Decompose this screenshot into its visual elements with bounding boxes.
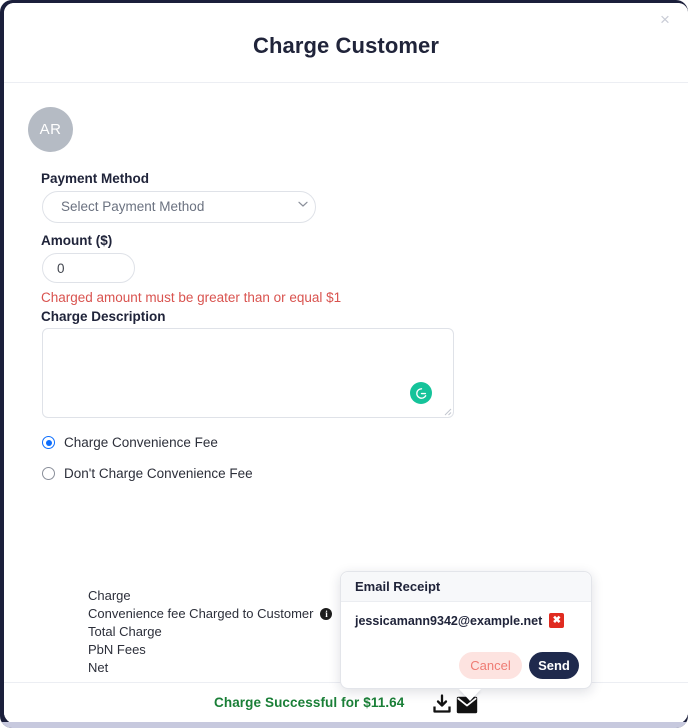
email-receipt-header: Email Receipt: [341, 572, 591, 602]
radio-dont-charge-convenience-fee[interactable]: Don't Charge Convenience Fee: [42, 466, 253, 481]
browser-window-frame: Charge Customer × AR Payment Method Sele…: [0, 0, 688, 728]
page-viewport: Charge Customer × AR Payment Method Sele…: [4, 3, 688, 724]
charge-description-wrapper: [42, 328, 454, 418]
download-icon[interactable]: [432, 694, 452, 714]
amount-error-message: Charged amount must be greater than or e…: [41, 290, 342, 305]
modal-header: Charge Customer ×: [4, 3, 688, 83]
summary-row-label: Net: [88, 660, 109, 675]
popover-tail: [459, 689, 481, 701]
horizontal-scrollbar[interactable]: [0, 722, 688, 728]
payment-method-select[interactable]: Select Payment Method: [42, 191, 316, 223]
summary-row-label: PbN Fees: [88, 642, 146, 657]
page-title: Charge Customer: [252, 33, 440, 58]
radio-label: Don't Charge Convenience Fee: [64, 466, 253, 481]
modal-body: AR Payment Method Select Payment Method …: [4, 83, 688, 724]
cancel-button[interactable]: Cancel: [459, 652, 522, 679]
summary-row-label-group: Convenience fee Charged to Customer i: [88, 606, 333, 621]
charge-description-label: Charge Description: [41, 309, 166, 324]
remove-recipient-button[interactable]: ✖: [549, 613, 565, 628]
grammarly-icon[interactable]: [410, 382, 432, 404]
email-recipient-address: jessicamann9342@example.net: [355, 613, 543, 628]
charge-customer-modal: Charge Customer × AR Payment Method Sele…: [4, 3, 688, 724]
summary-row-label: Charge: [88, 588, 131, 603]
close-icon[interactable]: ×: [654, 9, 676, 31]
summary-row-label: Convenience fee Charged to Customer: [88, 606, 314, 621]
amount-input[interactable]: [42, 253, 135, 283]
radio-charge-convenience-fee[interactable]: Charge Convenience Fee: [42, 435, 218, 450]
email-receipt-title: Email Receipt: [355, 579, 441, 594]
radio-mark-unselected: [42, 467, 55, 480]
avatar: AR: [28, 107, 73, 152]
info-icon[interactable]: i: [320, 607, 333, 620]
send-button[interactable]: Send: [529, 652, 579, 679]
payment-method-label: Payment Method: [41, 171, 150, 186]
status-badge: Charge Successful for $11.64: [214, 695, 405, 710]
email-recipient-row: jessicamann9342@example.net ✖: [355, 613, 565, 628]
amount-label: Amount ($): [41, 233, 113, 248]
radio-label: Charge Convenience Fee: [64, 435, 218, 450]
charge-description-textarea[interactable]: [42, 328, 454, 418]
radio-mark-selected: [42, 436, 55, 449]
summary-row-label: Total Charge: [88, 624, 162, 639]
email-receipt-popover: Email Receipt jessicamann9342@example.ne…: [340, 571, 592, 701]
